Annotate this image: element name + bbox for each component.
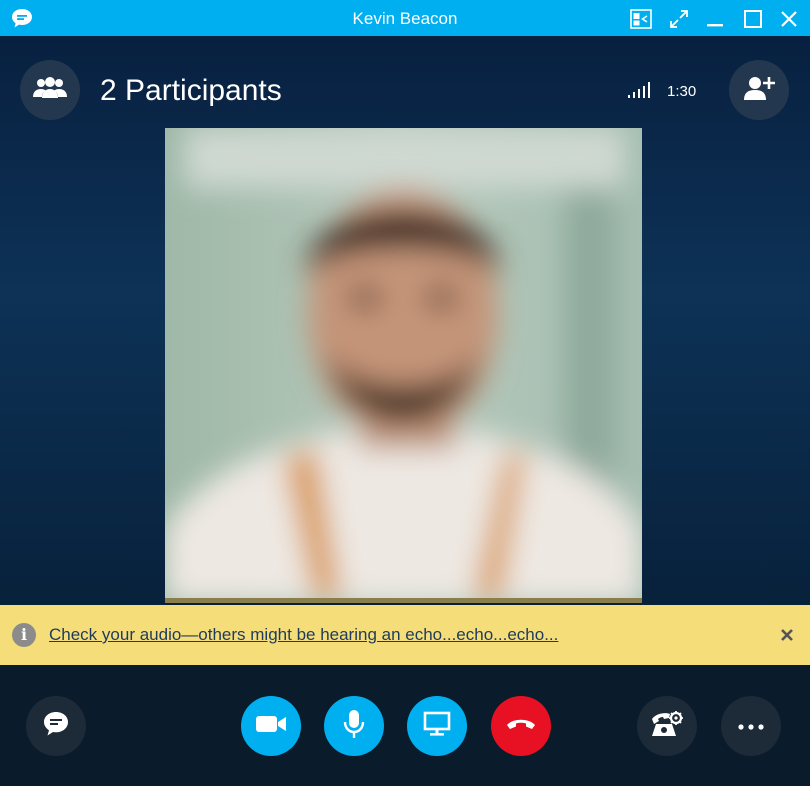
mute-button[interactable] [324,696,384,756]
dialpad-button[interactable] [637,696,697,756]
check-audio-link[interactable]: Check your audio—others might be hearing… [49,625,558,645]
fullscreen-icon[interactable] [666,6,692,32]
minimize-icon[interactable] [702,6,728,32]
compact-view-icon[interactable] [628,6,654,32]
chat-button[interactable] [26,696,86,756]
dialpad-icon [650,710,684,743]
remote-video-feed [165,128,642,603]
video-camera-icon [255,714,287,739]
people-icon [32,76,68,105]
call-timer: 1:30 [667,83,697,100]
maximize-icon[interactable] [740,6,766,32]
call-controls-bar [0,665,810,786]
title-bar: Kevin Beacon [0,0,810,36]
screen-share-button[interactable] [407,696,467,756]
add-participant-button[interactable] [729,60,789,120]
dismiss-notification-button[interactable] [775,623,799,647]
info-icon: i [12,623,36,647]
video-frame [165,128,642,603]
add-person-icon [743,75,775,106]
microphone-icon [342,709,366,744]
participants-count: 2 Participants [100,74,282,107]
screen-share-icon [423,711,451,742]
call-stage: 2 Participants 1:30 [0,36,810,605]
signal-strength-icon [628,82,652,103]
hang-up-icon [505,716,537,737]
more-options-icon [738,717,764,735]
close-icon[interactable] [776,6,802,32]
chat-icon [42,711,70,742]
close-x-icon [781,629,793,641]
video-toggle-button[interactable] [241,696,301,756]
more-options-button[interactable] [721,696,781,756]
hang-up-button[interactable] [491,696,551,756]
audio-echo-notification: i Check your audio—others might be heari… [0,605,810,665]
participants-button[interactable] [20,60,80,120]
